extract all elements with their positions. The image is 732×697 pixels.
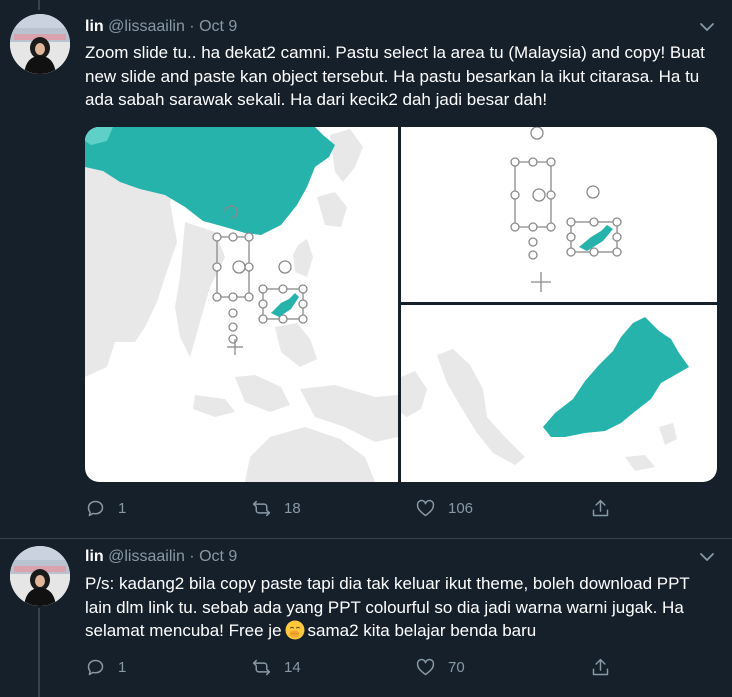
- share-icon: [592, 658, 609, 675]
- retweet-icon: [252, 500, 271, 516]
- tweet-actions: 1 14 70: [85, 656, 625, 678]
- like-icon: [416, 658, 435, 675]
- media-image-malaysia-enlarged[interactable]: [401, 305, 717, 482]
- author-handle[interactable]: @lissaailin: [108, 548, 185, 565]
- like-count: 70: [448, 658, 465, 676]
- author-name[interactable]: lin: [85, 18, 104, 35]
- avatar[interactable]: [10, 546, 70, 606]
- chevron-down-icon[interactable]: [698, 548, 716, 566]
- tweet-actions: 1 18 106: [85, 497, 625, 519]
- share-button[interactable]: [590, 656, 611, 678]
- chevron-down-icon[interactable]: [698, 18, 716, 36]
- meta-separator: ·: [189, 18, 195, 35]
- retweet-count: 18: [284, 499, 301, 517]
- like-icon: [416, 499, 435, 516]
- tweet-header: lin @lissaailin · Oct 9: [85, 17, 237, 37]
- avatar-image: [10, 14, 70, 74]
- media-image-pasted-selection[interactable]: [401, 127, 717, 302]
- reply-count: 1: [118, 499, 127, 517]
- retweet-button[interactable]: 14: [251, 656, 301, 678]
- hand-over-mouth-emoji: [285, 620, 305, 640]
- reply-icon: [87, 500, 104, 516]
- tweet[interactable]: lin @lissaailin · Oct 9 P/s: kadang2 bil…: [0, 539, 732, 697]
- avatar-image: [10, 546, 70, 606]
- author-handle[interactable]: @lissaailin: [108, 18, 185, 35]
- reply-icon: [87, 659, 104, 675]
- tweet-date[interactable]: Oct 9: [199, 18, 237, 35]
- tweet-text: Zoom slide tu.. ha dekat2 camni. Pastu s…: [85, 43, 705, 109]
- share-icon: [592, 499, 609, 516]
- reply-button[interactable]: 1: [85, 656, 126, 678]
- avatar[interactable]: [10, 14, 70, 74]
- share-button[interactable]: [590, 497, 611, 519]
- meta-separator: ·: [189, 548, 195, 565]
- retweet-button[interactable]: 18: [251, 497, 301, 519]
- tweet-date[interactable]: Oct 9: [199, 548, 237, 565]
- reply-count: 1: [118, 658, 127, 676]
- tweet-media[interactable]: [85, 127, 717, 482]
- tweet-header: lin @lissaailin · Oct 9: [85, 547, 237, 567]
- retweet-icon: [252, 659, 271, 675]
- tweet-text-part: sama2 kita belajar benda baru: [307, 621, 537, 640]
- like-count: 106: [448, 499, 474, 517]
- reply-button[interactable]: 1: [85, 497, 126, 519]
- like-button[interactable]: 106: [415, 497, 473, 519]
- tweet-text: P/s: kadang2 bila copy paste tapi dia ta…: [85, 572, 720, 643]
- retweet-count: 14: [284, 658, 301, 676]
- tweet[interactable]: lin @lissaailin · Oct 9 Zoom slide tu.. …: [0, 0, 732, 540]
- like-button[interactable]: 70: [415, 656, 465, 678]
- author-name[interactable]: lin: [85, 548, 104, 565]
- media-image-asia-map[interactable]: [85, 127, 398, 482]
